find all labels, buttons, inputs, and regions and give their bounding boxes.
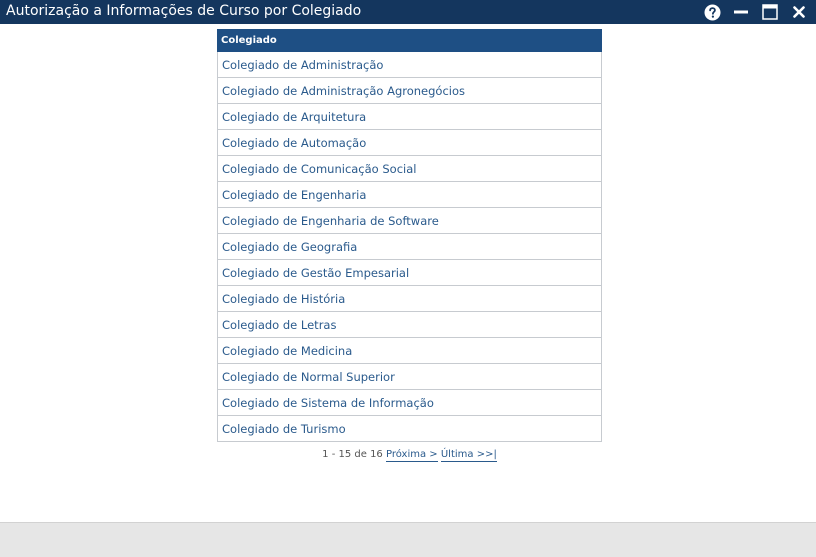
row-link[interactable]: Colegiado de Administração Agronegócios: [217, 77, 602, 104]
question-circle-icon: [704, 4, 720, 20]
maximize-icon: [762, 4, 778, 20]
row-link[interactable]: Colegiado de Arquitetura: [217, 103, 602, 130]
close-icon: [793, 6, 805, 18]
pagination: 1 - 15 de 16 Próxima > Última >>|: [217, 449, 602, 462]
table-row[interactable]: Colegiado de Engenharia de Software: [217, 207, 602, 234]
row-link[interactable]: Colegiado de Gestão Empesarial: [217, 259, 602, 286]
row-link[interactable]: Colegiado de Turismo: [217, 415, 602, 442]
minimize-button[interactable]: [730, 1, 752, 23]
content-area: Colegiado Colegiado de Administração Col…: [0, 24, 816, 522]
row-link[interactable]: Colegiado de Medicina: [217, 337, 602, 364]
pagination-summary: 1 - 15 de 16: [322, 449, 383, 460]
row-link[interactable]: Colegiado de Normal Superior: [217, 363, 602, 390]
table-row[interactable]: Colegiado de Turismo: [217, 415, 602, 442]
column-header-colegiado[interactable]: Colegiado: [217, 29, 602, 52]
row-link[interactable]: Colegiado de Sistema de Informação: [217, 389, 602, 416]
table-row[interactable]: Colegiado de Medicina: [217, 337, 602, 364]
table-header-row: Colegiado: [217, 29, 602, 52]
title-bar: Autorização a Informações de Curso por C…: [0, 0, 816, 24]
table-row[interactable]: Colegiado de Geografia: [217, 233, 602, 260]
table-row[interactable]: Colegiado de Comunicação Social: [217, 155, 602, 182]
row-link[interactable]: Colegiado de Letras: [217, 311, 602, 338]
footer-bar: [0, 522, 816, 557]
row-link[interactable]: Colegiado de Automação: [217, 129, 602, 156]
colegiado-table-container: Colegiado Colegiado de Administração Col…: [217, 29, 602, 442]
help-button[interactable]: [701, 1, 723, 23]
minimize-icon: [734, 10, 748, 14]
close-button[interactable]: [788, 1, 810, 23]
row-link[interactable]: Colegiado de Engenharia de Software: [217, 207, 602, 234]
table-row[interactable]: Colegiado de História: [217, 285, 602, 312]
table-row[interactable]: Colegiado de Automação: [217, 129, 602, 156]
colegiado-table: Colegiado Colegiado de Administração Col…: [217, 29, 602, 442]
window-controls: [694, 0, 810, 24]
table-row[interactable]: Colegiado de Administração: [217, 51, 602, 78]
next-page-link[interactable]: Próxima >: [385, 449, 438, 462]
window-title: Autorização a Informações de Curso por C…: [6, 3, 362, 19]
row-link[interactable]: Colegiado de Geografia: [217, 233, 602, 260]
last-page-link[interactable]: Última >>|: [440, 449, 497, 462]
row-link[interactable]: Colegiado de História: [217, 285, 602, 312]
table-row[interactable]: Colegiado de Arquitetura: [217, 103, 602, 130]
row-link[interactable]: Colegiado de Engenharia: [217, 181, 602, 208]
table-row[interactable]: Colegiado de Sistema de Informação: [217, 389, 602, 416]
table-row[interactable]: Colegiado de Administração Agronegócios: [217, 77, 602, 104]
row-link[interactable]: Colegiado de Comunicação Social: [217, 155, 602, 182]
row-link[interactable]: Colegiado de Administração: [217, 51, 602, 78]
table-row[interactable]: Colegiado de Engenharia: [217, 181, 602, 208]
table-row[interactable]: Colegiado de Normal Superior: [217, 363, 602, 390]
table-row[interactable]: Colegiado de Gestão Empesarial: [217, 259, 602, 286]
table-row[interactable]: Colegiado de Letras: [217, 311, 602, 338]
maximize-button[interactable]: [759, 1, 781, 23]
